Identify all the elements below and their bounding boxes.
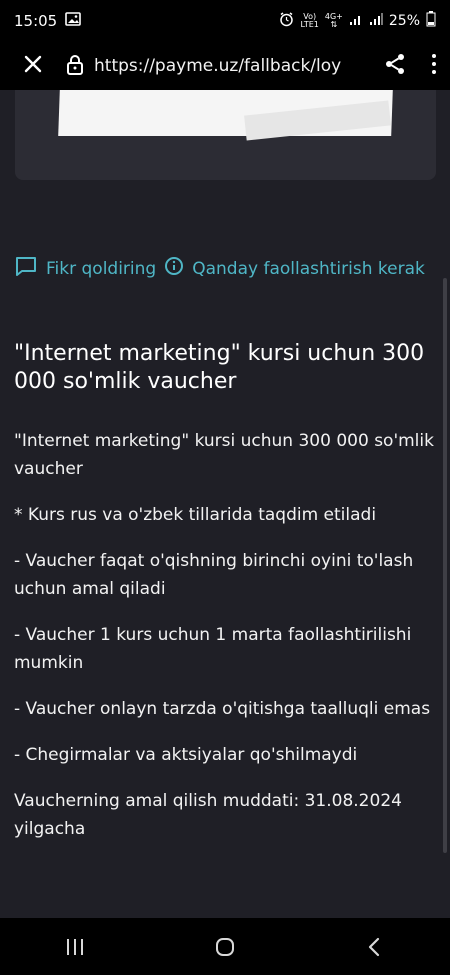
- home-button[interactable]: [195, 927, 255, 967]
- voucher-links: Fikr qoldiring Qanday faollashtirish ker…: [14, 255, 425, 282]
- description-paragraph-2: * Kurs rus va o'zbek tillarida taqdim et…: [14, 505, 377, 525]
- description-paragraph-5: - Vaucher onlayn tarzda o'qitishga taall…: [14, 699, 431, 719]
- more-vertical-icon[interactable]: [430, 53, 438, 79]
- alarm-icon: [279, 11, 294, 31]
- gallery-notification-icon: [65, 12, 82, 30]
- signal-icon-2: [369, 12, 383, 30]
- description-paragraph-3: - Vaucher faqat o'qishning birinchi oyin…: [14, 551, 414, 599]
- comment-icon: [14, 255, 38, 282]
- network-type: 4G+ ⇅: [325, 13, 343, 29]
- activation-info-link[interactable]: Qanday faollashtirish kerak: [164, 256, 425, 281]
- browser-url-bar: https://payme.uz/fallback/loy: [0, 42, 450, 90]
- description-paragraph-1: "Internet marketing" kursi uchun 300 000…: [14, 431, 434, 479]
- page-scrollbar[interactable]: [443, 278, 447, 853]
- feedback-link-label: Fikr qoldiring: [46, 258, 157, 279]
- description-paragraph-4: - Vaucher 1 kurs uchun 1 marta faollasht…: [14, 625, 412, 673]
- activation-info-label: Qanday faollashtirish kerak: [192, 258, 425, 279]
- recent-apps-button[interactable]: [45, 927, 105, 967]
- battery-icon: [426, 11, 436, 31]
- status-bar: 15:05 Vo) LTE1 4G+ ⇅ 25%: [0, 0, 450, 42]
- url-text[interactable]: https://payme.uz/fallback/loy: [94, 56, 374, 76]
- lock-icon[interactable]: [66, 54, 84, 79]
- volte-indicator: Vo) LTE1: [300, 13, 318, 29]
- voucher-description: "Internet marketing" kursi uchun 300 000…: [14, 427, 436, 861]
- voucher-image-card: [15, 90, 436, 180]
- description-paragraph-6: - Chegirmalar va aktsiyalar qo'shilmaydi: [14, 745, 358, 765]
- battery-percentage: 25%: [388, 13, 420, 29]
- back-button[interactable]: [345, 927, 405, 967]
- system-navigation-bar: [0, 918, 450, 975]
- description-paragraph-7: Vaucherning amal qilish muddati: 31.08.2…: [14, 791, 402, 839]
- page-content: Fikr qoldiring Qanday faollashtirish ker…: [0, 90, 450, 918]
- browser-actions: [384, 53, 438, 79]
- info-icon: [164, 256, 184, 281]
- volte-bottom: LTE1: [300, 20, 319, 29]
- signal-icon-1: [349, 13, 363, 30]
- share-icon[interactable]: [384, 53, 406, 79]
- voucher-title: "Internet marketing" kursi uchun 300 000…: [14, 341, 425, 394]
- data-arrows-icon: ⇅: [330, 20, 338, 29]
- feedback-link[interactable]: Fikr qoldiring: [14, 255, 156, 282]
- status-right: Vo) LTE1 4G+ ⇅ 25%: [279, 11, 436, 31]
- close-icon[interactable]: [22, 53, 44, 79]
- status-time: 15:05: [14, 12, 58, 30]
- status-left: 15:05: [14, 12, 82, 30]
